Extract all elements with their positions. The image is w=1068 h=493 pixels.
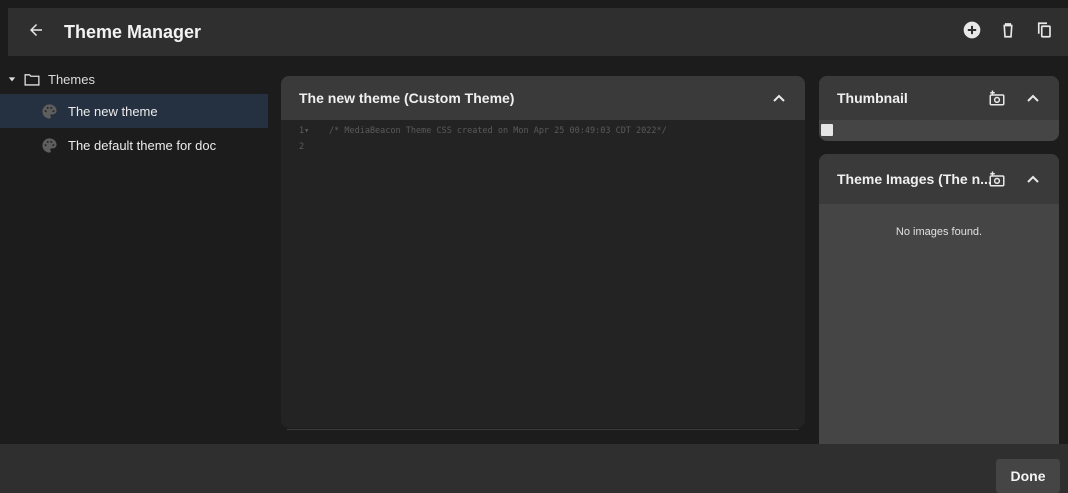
- theme-images-panel: Theme Images (The n... No images found.: [819, 154, 1059, 444]
- empty-state-text: No images found.: [895, 226, 983, 238]
- back-button[interactable]: [16, 8, 56, 56]
- theme-tree: Themes The new theme The default theme f…: [0, 64, 268, 444]
- done-button[interactable]: Done: [996, 459, 1060, 493]
- add-circle-icon: [962, 20, 982, 45]
- chevron-up-icon[interactable]: [771, 90, 787, 106]
- thumbnail-actions: [987, 76, 1043, 120]
- tree-item-label: The new theme: [68, 103, 158, 119]
- add-photo-icon[interactable]: [987, 88, 1007, 108]
- palette-icon: [40, 136, 58, 154]
- chevron-up-icon[interactable]: [1023, 88, 1043, 108]
- code-line: 1▾ /* MediaBeacon Theme CSS created on M…: [281, 124, 667, 137]
- theme-manager-app: Theme Manager Themes The new theme The d…: [0, 0, 1068, 493]
- delete-theme-button[interactable]: [990, 8, 1026, 56]
- editor-panel-title: The new theme (Custom Theme): [299, 90, 515, 106]
- tree-root-themes[interactable]: Themes: [0, 64, 268, 94]
- editor-divider: [287, 429, 799, 430]
- code-editor[interactable]: 1▾ /* MediaBeacon Theme CSS created on M…: [281, 120, 805, 428]
- css-editor-panel: The new theme (Custom Theme) 1▾ /* Media…: [281, 76, 805, 428]
- editor-panel-header[interactable]: The new theme (Custom Theme): [281, 76, 805, 120]
- palette-icon: [40, 102, 58, 120]
- copy-icon: [1035, 20, 1053, 45]
- tree-item-label: The default theme for doc: [68, 137, 217, 153]
- thumbnail-panel-title: Thumbnail: [837, 90, 908, 106]
- page-title: Theme Manager: [64, 21, 202, 42]
- thumbnail-panel-header[interactable]: Thumbnail: [819, 76, 1059, 120]
- line-number: 2: [299, 141, 305, 152]
- theme-images-actions: [987, 154, 1043, 204]
- trash-icon: [999, 21, 1017, 44]
- theme-images-panel-title: Theme Images (The n...: [837, 171, 992, 187]
- app-header: Theme Manager: [8, 8, 1068, 56]
- folder-icon: [24, 73, 40, 86]
- thumbnail-preview[interactable]: [821, 124, 833, 136]
- thumbnail-panel: Thumbnail: [819, 76, 1059, 141]
- copy-theme-button[interactable]: [1026, 8, 1062, 56]
- dialog-footer: Done: [0, 444, 1068, 493]
- header-actions: [954, 8, 1068, 56]
- theme-images-panel-header[interactable]: Theme Images (The n...: [819, 154, 1059, 204]
- code-line: 2: [281, 140, 329, 153]
- add-theme-button[interactable]: [954, 8, 990, 56]
- line-number: 1▾: [299, 125, 310, 136]
- chevron-up-icon[interactable]: [1023, 169, 1043, 189]
- tree-item-default-theme[interactable]: The default theme for doc: [0, 128, 268, 162]
- add-photo-icon[interactable]: [987, 169, 1007, 189]
- code-text: /* MediaBeacon Theme CSS created on Mon …: [329, 125, 667, 136]
- arrow-left-icon: [27, 21, 45, 44]
- caret-down-icon[interactable]: [8, 75, 20, 83]
- tree-root-label: Themes: [48, 71, 95, 87]
- tree-item-new-theme[interactable]: The new theme: [0, 94, 268, 128]
